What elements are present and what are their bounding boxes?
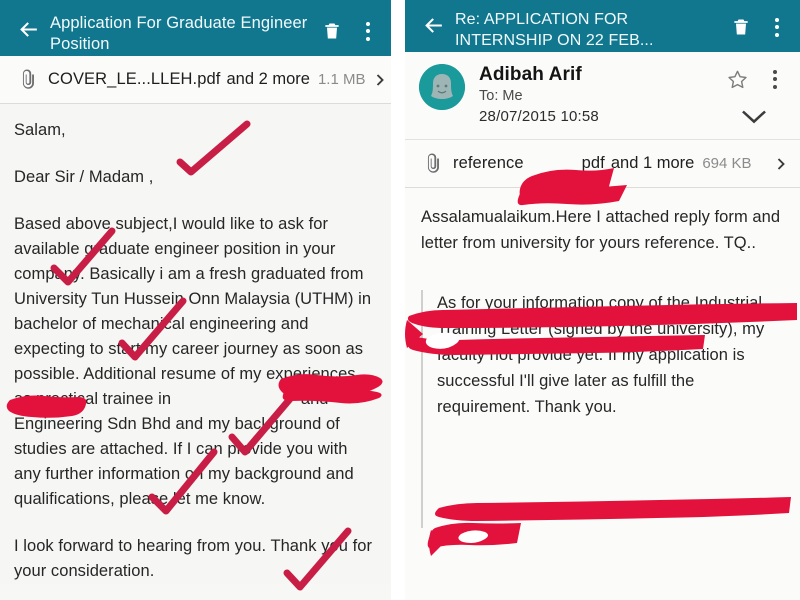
attachment-filename: reference: [453, 154, 524, 172]
sender-action-row: [720, 62, 792, 96]
attachment-size: 1.1 MB: [317, 71, 366, 88]
right-appbar-actions: [724, 2, 794, 44]
message-paragraph-1: Based above subject,I would like to ask …: [14, 212, 377, 512]
sender-actions: [720, 62, 792, 130]
redaction-inline-spacer: [176, 390, 297, 408]
trash-icon[interactable]: [315, 14, 349, 48]
sender-name: Adibah Arif: [479, 64, 582, 85]
message-paragraph-2: I look forward to hearing from you. Than…: [14, 537, 372, 580]
sender-info: Adibah Arif To: Me 28/07/2015 10:58: [465, 62, 720, 127]
kebab-menu-icon[interactable]: [760, 10, 794, 44]
panel-divider: [391, 0, 405, 600]
kebab-dots: [358, 19, 378, 43]
quoted-message-block: As for your information copy of the Indu…: [421, 290, 784, 420]
right-app-bar: Re: APPLICATION FOR INTERNSHIP ON 22 FEB…: [405, 0, 800, 52]
message-greeting: Salam,: [14, 121, 66, 139]
back-icon[interactable]: [411, 2, 455, 48]
quoted-paragraph: As for your information copy of the Indu…: [437, 294, 765, 416]
left-email-panel: Application For Graduate Engineer Positi…: [0, 0, 391, 600]
chevron-down-icon[interactable]: [741, 107, 771, 130]
kebab-menu-icon[interactable]: [351, 14, 385, 48]
right-attachment-bar[interactable]: reference pdf and 1 more 694 KB: [405, 140, 800, 188]
chevron-right-icon[interactable]: [365, 70, 391, 90]
left-appbar-actions: [315, 6, 385, 48]
right-message-body: Assalamualaikum.Here I attached reply fo…: [405, 188, 800, 528]
left-attachment-bar[interactable]: COVER_LE...LLEH.pdf and 2 more 1.1 MB: [0, 56, 391, 104]
sender-block: Adibah Arif To: Me 28/07/2015 10:58: [405, 52, 800, 140]
dual-email-screenshot: Application For Graduate Engineer Positi…: [0, 0, 800, 600]
paperclip-icon: [417, 152, 449, 175]
right-email-panel: Re: APPLICATION FOR INTERNSHIP ON 22 FEB…: [405, 0, 800, 600]
page-title: Re: APPLICATION FOR INTERNSHIP ON 22 FEB…: [455, 11, 654, 49]
message-paragraph-1: Assalamualaikum.Here I attached reply fo…: [421, 208, 781, 252]
paperclip-icon: [12, 68, 44, 91]
kebab-dots: [767, 15, 787, 39]
attachment-more-label: and 1 more: [610, 154, 695, 172]
attachment-filename-suffix: pdf: [581, 154, 605, 172]
trash-icon[interactable]: [724, 10, 758, 44]
back-icon[interactable]: [6, 6, 50, 52]
left-message-body: Salam, Dear Sir / Madam , Based above su…: [0, 104, 391, 584]
star-outline-icon[interactable]: [720, 62, 754, 96]
paragraph-1-part-a: Based above subject,I would like to ask …: [14, 215, 372, 408]
page-title: Application For Graduate Engineer Positi…: [50, 14, 308, 53]
left-app-bar: Application For Graduate Engineer Positi…: [0, 0, 391, 56]
kebab-menu-icon[interactable]: [758, 62, 792, 96]
message-salutation: Dear Sir / Madam ,: [14, 168, 154, 186]
attachment-more-label: and 2 more: [226, 70, 310, 88]
attachment-filename: COVER_LE...LLEH.pdf: [48, 70, 221, 88]
quoted-message-tail: [421, 420, 784, 528]
sender-date: 28/07/2015 10:58: [479, 108, 599, 125]
kebab-dots: [765, 67, 785, 91]
chevron-right-icon[interactable]: [766, 154, 792, 174]
attachment-size: 694 KB: [702, 155, 752, 172]
sender-recipient: To: Me: [479, 88, 523, 104]
person-avatar-icon[interactable]: [419, 64, 465, 110]
